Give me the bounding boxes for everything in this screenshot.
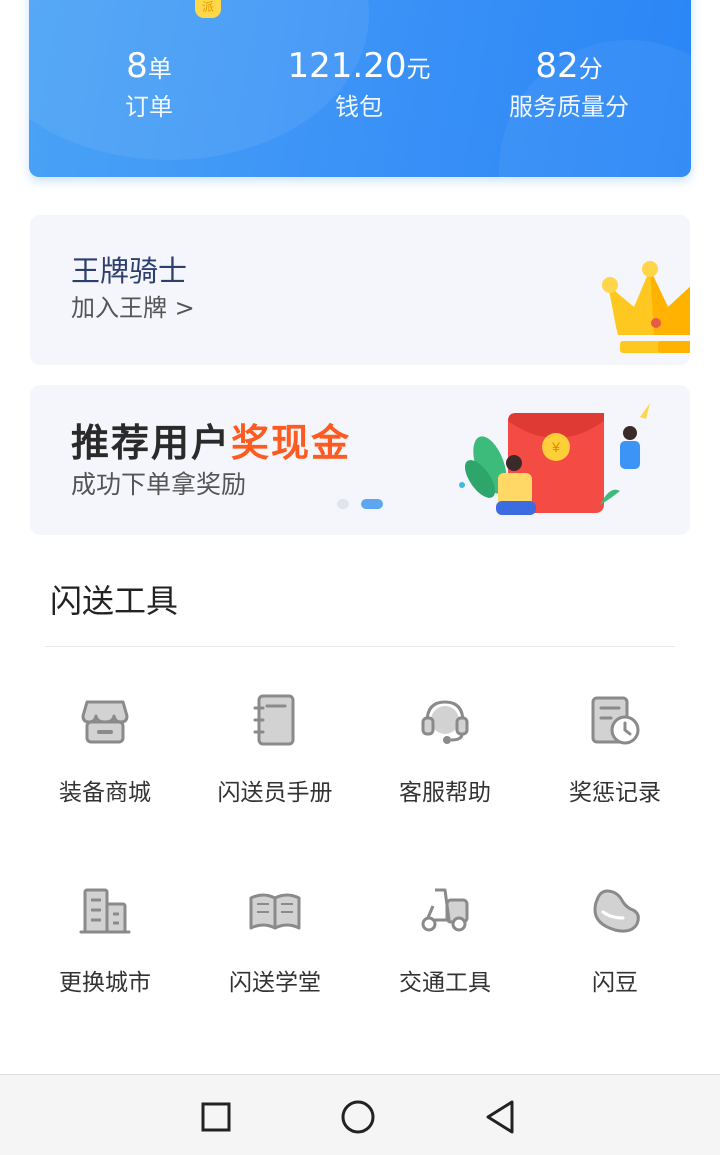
tool-label: 更换城市 bbox=[59, 970, 151, 996]
tools-section-title: 闪送工具 bbox=[50, 582, 179, 620]
stat-score-label: 服务质量分 bbox=[509, 93, 629, 121]
stat-orders-value: 8 bbox=[126, 46, 148, 86]
stat-wallet-unit: 元 bbox=[406, 55, 431, 83]
recents-square-icon[interactable] bbox=[196, 1097, 236, 1137]
red-packet-illustration: ¥ bbox=[459, 403, 650, 515]
stat-score-value-row: 82分 bbox=[459, 46, 679, 89]
handbook-icon bbox=[253, 694, 295, 746]
avatar-badge: 派 bbox=[195, 0, 221, 18]
stat-score-unit: 分 bbox=[578, 55, 603, 83]
back-triangle-icon[interactable] bbox=[482, 1097, 522, 1137]
stat-orders-label: 订单 bbox=[125, 93, 173, 121]
stat-score-value: 82 bbox=[535, 46, 579, 86]
tool-label: 闪送学堂 bbox=[229, 970, 321, 996]
stat-score[interactable]: 82分 服务质量分 bbox=[459, 46, 679, 123]
stat-orders[interactable]: 8单 订单 bbox=[39, 46, 259, 123]
carousel-dot[interactable] bbox=[337, 499, 349, 509]
home-circle-icon[interactable] bbox=[338, 1097, 378, 1137]
stat-orders-unit: 单 bbox=[147, 55, 172, 83]
referral-subtitle: 成功下单拿奖励 bbox=[71, 470, 247, 499]
system-nav-bar bbox=[0, 1074, 720, 1155]
scooter-icon bbox=[421, 888, 469, 932]
referral-title-plain: 推荐用户 bbox=[71, 421, 232, 465]
headset-icon bbox=[421, 700, 469, 744]
stat-wallet-value-row: 121.20元 bbox=[249, 46, 469, 89]
stat-wallet-value: 121.20 bbox=[287, 46, 407, 86]
tool-label: 闪豆 bbox=[592, 970, 638, 996]
crown-icon bbox=[602, 261, 690, 353]
tool-flash-beans[interactable]: 闪豆 bbox=[530, 882, 700, 1032]
carousel-dot-active[interactable] bbox=[361, 499, 383, 509]
ace-banner-title: 王牌骑士 bbox=[71, 254, 188, 288]
stat-wallet-label: 钱包 bbox=[335, 93, 383, 121]
tool-label: 装备商城 bbox=[59, 780, 151, 806]
svg-text:¥: ¥ bbox=[551, 439, 560, 455]
tool-label: 交通工具 bbox=[399, 970, 491, 996]
referral-title: 推荐用户奖现金 bbox=[71, 421, 351, 465]
tool-reward-penalty-records[interactable]: 奖惩记录 bbox=[530, 692, 700, 842]
join-ace-link[interactable]: 加入王牌 > bbox=[71, 293, 195, 323]
tool-label: 闪送员手册 bbox=[217, 780, 333, 806]
tool-equipment-store[interactable]: 装备商城 bbox=[20, 692, 190, 842]
tool-vehicles[interactable]: 交通工具 bbox=[360, 882, 530, 1032]
city-icon bbox=[79, 888, 131, 934]
store-icon bbox=[81, 700, 129, 744]
ace-knight-banner[interactable]: 王牌骑士 加入王牌 > bbox=[30, 215, 690, 365]
tool-customer-service[interactable]: 客服帮助 bbox=[360, 692, 530, 842]
tool-courier-handbook[interactable]: 闪送员手册 bbox=[190, 692, 360, 842]
tool-flash-academy[interactable]: 闪送学堂 bbox=[190, 882, 360, 1032]
bean-icon bbox=[593, 889, 640, 933]
tool-change-city[interactable]: 更换城市 bbox=[20, 882, 190, 1032]
record-icon bbox=[591, 696, 640, 745]
stat-orders-value-row: 8单 bbox=[39, 46, 259, 89]
divider bbox=[45, 646, 675, 647]
tool-label: 奖惩记录 bbox=[569, 780, 661, 806]
book-icon bbox=[249, 893, 301, 930]
referral-banner[interactable]: 推荐用户奖现金 成功下单拿奖励 ¥ bbox=[30, 385, 690, 535]
stat-wallet[interactable]: 121.20元 钱包 bbox=[249, 46, 469, 123]
referral-title-highlight: 奖现金 bbox=[231, 421, 352, 465]
stats-card: 派 8单 订单 121.20元 钱包 82分 服务质量分 bbox=[29, 0, 691, 177]
tool-label: 客服帮助 bbox=[399, 780, 491, 806]
